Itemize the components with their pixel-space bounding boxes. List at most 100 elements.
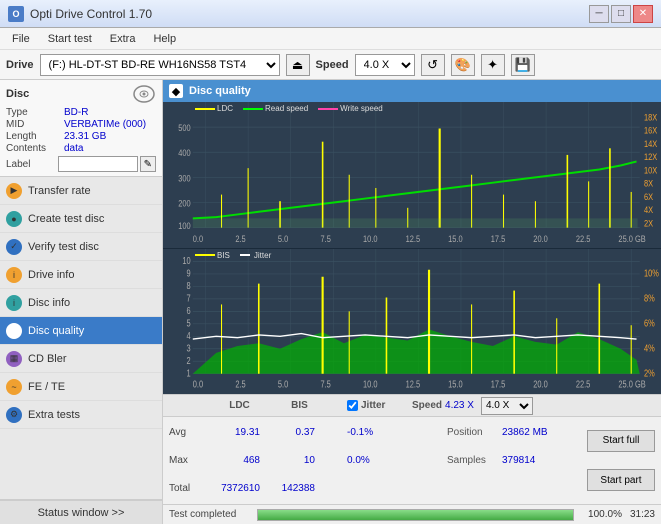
chart-title-icon: ◆ [169,84,183,98]
drive-info-icon: i [6,267,22,283]
star-button[interactable]: ✦ [481,54,505,76]
svg-text:16X: 16X [644,125,658,136]
total-bis: 142388 [272,483,327,494]
nav-transfer-rate[interactable]: ▶ Transfer rate [0,177,162,205]
charts-wrapper: LDC Read speed Write speed [163,102,661,394]
start-buttons-col: Start full Start part [581,417,661,504]
menu-extra[interactable]: Extra [102,31,144,47]
drive-toolbar: Drive (F:) HL-DT-ST BD-RE WH16NS58 TST4 … [0,50,661,80]
legend-read-speed: Read speed [243,104,308,113]
disc-length-val: 23.31 GB [64,131,106,142]
main-layout: Disc Type BD-R MID VERBATIMe (000) [0,80,661,524]
nav-disc-quality-label: Disc quality [28,325,84,337]
disc-quality-icon: ◆ [6,323,22,339]
nav-cd-bler[interactable]: ▦ CD Bler [0,345,162,373]
menu-file[interactable]: File [4,31,38,47]
start-full-button[interactable]: Start full [587,430,655,452]
status-time: 31:23 [630,509,655,520]
speed-select[interactable]: 4.0 X [355,54,415,76]
max-ldc: 468 [207,455,272,466]
drive-select[interactable]: (F:) HL-DT-ST BD-RE WH16NS58 TST4 [40,54,280,76]
disc-mid-val: VERBATIMe (000) [64,119,146,130]
close-button[interactable]: ✕ [633,5,653,23]
disc-info-rows: Type BD-R MID VERBATIMe (000) Length 23.… [6,107,156,154]
save-button[interactable]: 💾 [511,54,535,76]
disc-label-input[interactable] [58,156,138,172]
minimize-button[interactable]: ─ [589,5,609,23]
max-jitter: 0.0% [347,455,412,466]
svg-text:2%: 2% [644,367,655,378]
svg-text:200: 200 [178,198,191,209]
menu-start-test[interactable]: Start test [40,31,100,47]
drive-label: Drive [6,59,34,71]
position-val: 23862 MB [502,427,548,438]
svg-text:5.0: 5.0 [278,233,289,244]
status-window-button[interactable]: Status window >> [0,500,162,524]
stats-max-row: Max 468 10 0.0% [169,451,435,469]
nav-drive-info[interactable]: i Drive info [0,261,162,289]
chart-title-text: Disc quality [189,85,251,97]
svg-text:12.5: 12.5 [406,378,421,389]
max-label: Max [169,455,207,466]
stats-data-section: Avg 19.31 0.37 -0.1% Max 468 10 0.0% [163,417,661,504]
eject-button[interactable]: ⏏ [286,54,310,76]
svg-text:5.0: 5.0 [278,378,289,389]
stats-speed-select[interactable]: 4.0 X [481,397,533,415]
stats-speed-container: Speed 4.23 X 4.0 X [412,397,583,415]
cd-bler-icon: ▦ [6,351,22,367]
samples-label: Samples [447,455,502,466]
avg-label: Avg [169,427,207,438]
nav-disc-info[interactable]: i Disc info [0,289,162,317]
disc-label-edit-button[interactable]: ✎ [140,156,156,172]
svg-text:12.5: 12.5 [406,233,421,244]
legend-bis: BIS [195,251,230,260]
progress-bar-fill [258,510,573,520]
title-bar-left: O Opti Drive Control 1.70 [8,6,152,22]
svg-text:7: 7 [187,292,191,303]
title-bar: O Opti Drive Control 1.70 ─ □ ✕ [0,0,661,28]
disc-icon [132,84,156,104]
svg-text:25.0 GB: 25.0 GB [618,233,646,244]
legend-ldc: LDC [195,104,233,113]
nav-verify-test-disc[interactable]: ✓ Verify test disc [0,233,162,261]
disc-contents-row: Contents data [6,143,156,154]
total-ldc: 7372610 [207,483,272,494]
disc-type-val: BD-R [64,107,88,118]
nav-extra-tests[interactable]: ⚙ Extra tests [0,401,162,429]
bottom-chart-svg: 10 9 8 7 6 5 4 3 2 1 10% 8% 6% [163,249,661,395]
nav-verify-test-disc-label: Verify test disc [28,241,99,253]
nav-create-test-disc[interactable]: ● Create test disc [0,205,162,233]
position-label: Position [447,427,502,438]
stats-bar: LDC BIS Jitter Speed 4.23 X 4.0 X [163,394,661,504]
disc-title: Disc [6,88,29,100]
paint-button[interactable]: 🎨 [451,54,475,76]
menu-help[interactable]: Help [145,31,184,47]
start-part-button[interactable]: Start part [587,469,655,491]
svg-text:17.5: 17.5 [491,233,506,244]
nav-disc-quality[interactable]: ◆ Disc quality [0,317,162,345]
position-row: Position 23862 MB [447,424,575,442]
svg-text:18X: 18X [644,112,658,123]
svg-text:4: 4 [187,330,191,341]
jitter-checkbox[interactable] [347,400,358,411]
svg-text:12X: 12X [644,151,658,162]
legend-write-speed: Write speed [318,104,383,113]
samples-row: Samples 379814 [447,451,575,469]
svg-text:2.5: 2.5 [235,378,246,389]
bottom-chart-legend: BIS Jitter [195,251,271,260]
refresh-button[interactable]: ↺ [421,54,445,76]
avg-bis: 0.37 [272,427,327,438]
disc-panel: Disc Type BD-R MID VERBATIMe (000) [0,80,162,177]
maximize-button[interactable]: □ [611,5,631,23]
svg-text:1: 1 [187,367,191,378]
total-label: Total [169,483,207,494]
svg-text:0.0: 0.0 [193,233,204,244]
stats-left: Avg 19.31 0.37 -0.1% Max 468 10 0.0% [163,417,441,504]
stats-avg-row: Avg 19.31 0.37 -0.1% [169,424,435,442]
nav-extra-tests-label: Extra tests [28,409,80,421]
nav-fe-te[interactable]: ~ FE / TE [0,373,162,401]
svg-text:6X: 6X [644,191,653,202]
svg-text:2: 2 [187,355,191,366]
extra-tests-icon: ⚙ [6,407,22,423]
disc-type-row: Type BD-R [6,107,156,118]
